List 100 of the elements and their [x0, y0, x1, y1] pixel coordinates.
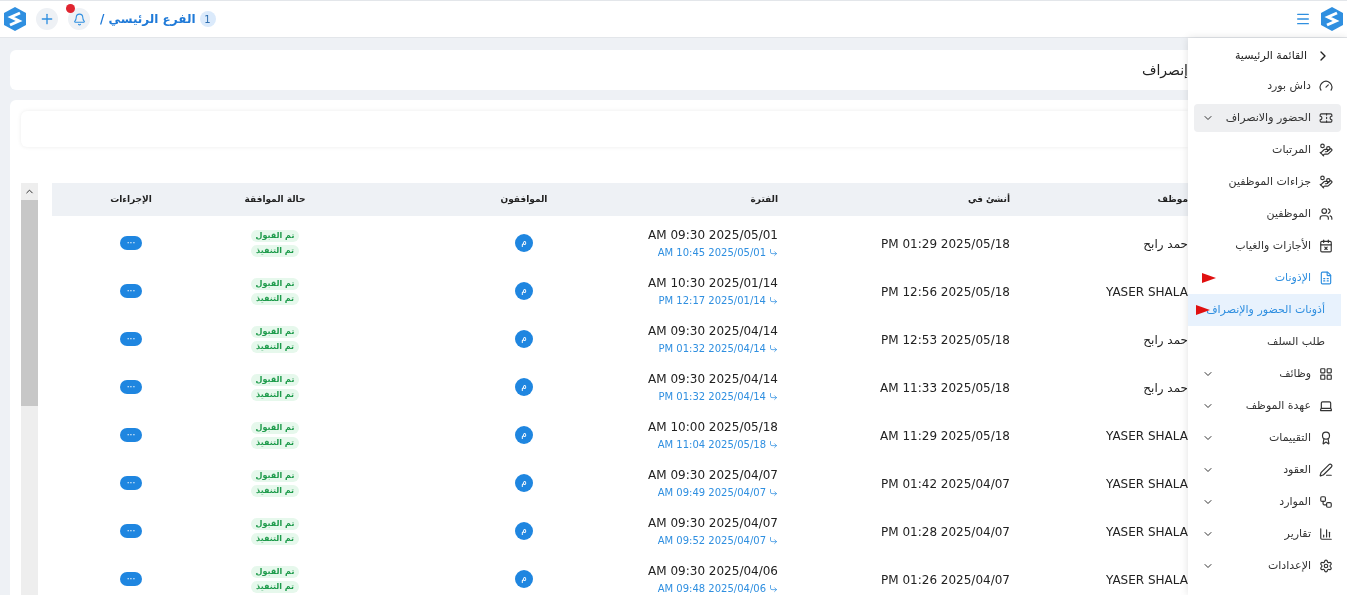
scrollbar-thumb[interactable]: [21, 200, 38, 406]
table-cell: YASER SHALA: [1106, 525, 1188, 539]
approver-avatar: م: [515, 474, 533, 492]
sidebar-item[interactable]: التقييمات: [1194, 424, 1341, 452]
period-end: AM 09:48 2025/04/06: [657, 582, 766, 595]
table-cell: YASER SHALA: [1106, 573, 1188, 587]
period-start: AM 10:00 2025/05/18: [648, 419, 778, 436]
period-end: PM 01:32 2025/04/14: [658, 342, 766, 356]
sidebar-item[interactable]: جزاءات الموظفين: [1194, 168, 1341, 196]
status-badge: تم التنفيذ: [251, 244, 299, 257]
status-badge: تم التنفيذ: [251, 484, 299, 497]
status-badge: تم التنفيذ: [251, 580, 299, 593]
table-cell: PM 12:53 2025/05/18: [881, 333, 1010, 347]
grid-icon: [1319, 367, 1333, 381]
table-cell: PM 01:29 2025/05/18: [881, 237, 1010, 251]
return-arrow-icon: [769, 440, 778, 449]
back-menu-item[interactable]: القائمة الرئيسية: [1188, 42, 1347, 70]
actions-button[interactable]: ···: [120, 236, 142, 250]
table-cell: AM 11:29 2025/05/18: [880, 429, 1010, 443]
table-cell: حمد رابح: [1143, 381, 1188, 395]
bell-icon: [72, 12, 86, 26]
actions-button[interactable]: ···: [120, 476, 142, 490]
sidebar-item[interactable]: الإذونات: [1194, 264, 1341, 292]
status-badge: تم القبول: [250, 325, 300, 338]
period-start: AM 09:30 2025/04/06: [648, 563, 778, 580]
sidebar-item[interactable]: تقارير: [1194, 520, 1341, 548]
gauge-icon: [1319, 79, 1333, 93]
period-end: AM 10:45 2025/05/01: [657, 246, 766, 260]
sidebar-item[interactable]: الموظفين: [1194, 200, 1341, 228]
table-cell: YASER SHALA: [1106, 285, 1188, 299]
return-arrow-icon: [769, 584, 778, 593]
return-arrow-icon: [769, 488, 778, 497]
actions-button[interactable]: ···: [120, 380, 142, 394]
actions-button[interactable]: ···: [120, 428, 142, 442]
status-badge: تم القبول: [250, 565, 300, 578]
network-icon: [1319, 495, 1333, 509]
add-button[interactable]: [36, 8, 58, 30]
approver-avatar: م: [515, 378, 533, 396]
actions-button[interactable]: ···: [120, 524, 142, 538]
column-header: الفترة: [750, 193, 778, 204]
table-cell: YASER SHALA: [1106, 477, 1188, 491]
column-header: الموافقون: [500, 193, 548, 204]
status-badge: تم التنفيذ: [251, 388, 299, 401]
document-icon: [1319, 271, 1333, 285]
logo-icon: [1321, 7, 1343, 31]
actions-button[interactable]: ···: [120, 332, 142, 346]
table-cell: حمد رابح: [1143, 333, 1188, 347]
return-arrow-icon: [769, 296, 778, 305]
period-end: AM 09:52 2025/04/07: [657, 534, 766, 548]
sidebar-item[interactable]: عهدة الموظف: [1194, 392, 1341, 420]
table-cell: YASER SHALA: [1106, 429, 1188, 443]
column-header: موظف: [1157, 193, 1188, 204]
status-badge: تم التنفيذ: [251, 340, 299, 353]
breadcrumb[interactable]: الفرع الرئيسي /: [100, 10, 196, 28]
submenu-item[interactable]: طلب السلف: [1188, 326, 1341, 358]
approver-avatar: م: [515, 282, 533, 300]
period-start: AM 09:30 2025/05/01: [648, 227, 778, 244]
table-cell: PM 01:42 2025/04/07: [881, 477, 1010, 491]
table-cell: PM 01:28 2025/04/07: [881, 525, 1010, 539]
laptop-icon: [1319, 399, 1333, 413]
pen-icon: [1319, 463, 1333, 477]
period-end: AM 11:04 2025/05/18: [657, 438, 766, 452]
sidebar-item[interactable]: المرتبات: [1194, 136, 1341, 164]
menu-button[interactable]: [1295, 11, 1311, 27]
sidebar-item[interactable]: الموارد: [1194, 488, 1341, 516]
return-arrow-icon: [769, 536, 778, 545]
actions-button[interactable]: ···: [120, 572, 142, 586]
plus-icon: [39, 11, 55, 27]
status-badge: تم التنفيذ: [251, 532, 299, 545]
approver-avatar: م: [515, 522, 533, 540]
sidebar-item[interactable]: الإعدادات: [1194, 552, 1341, 580]
settings-icon: [1319, 559, 1333, 573]
actions-button[interactable]: ···: [120, 284, 142, 298]
table-cell: PM 01:26 2025/04/07: [881, 573, 1010, 587]
status-badge: تم القبول: [250, 421, 300, 434]
period-start: AM 09:30 2025/04/07: [648, 467, 778, 484]
return-arrow-icon: [769, 248, 778, 257]
sidebar-item[interactable]: الحضور والانصراف: [1194, 104, 1341, 132]
sidebar-item[interactable]: وظائف: [1194, 360, 1341, 388]
status-badge: تم القبول: [250, 373, 300, 386]
hand-coins-icon: [1319, 175, 1333, 189]
table-cell: حمد رابح: [1143, 237, 1188, 251]
sidebar-item[interactable]: الأجازات والغياب: [1194, 232, 1341, 260]
sidebar-item[interactable]: العقود: [1194, 456, 1341, 484]
sidebar-item[interactable]: داش بورد: [1194, 72, 1341, 100]
bar-chart-icon: [1319, 527, 1333, 541]
users-icon: [1319, 207, 1333, 221]
period-start: AM 09:30 2025/04/14: [648, 371, 778, 388]
approver-avatar: م: [515, 330, 533, 348]
status-badge: تم القبول: [250, 469, 300, 482]
logo-icon: [4, 7, 26, 31]
column-header: حالة الموافقة: [244, 193, 306, 204]
page-title: إنصراف: [1141, 60, 1188, 81]
status-badge: تم التنفيذ: [251, 436, 299, 449]
table-cell: PM 12:56 2025/05/18: [881, 285, 1010, 299]
period-start: AM 09:30 2025/04/07: [648, 515, 778, 532]
menu-icon: [1295, 11, 1311, 27]
branch-count: 1: [199, 11, 216, 27]
period-start: AM 09:30 2025/04/14: [648, 323, 778, 340]
column-header: الإجراءات: [110, 193, 152, 204]
